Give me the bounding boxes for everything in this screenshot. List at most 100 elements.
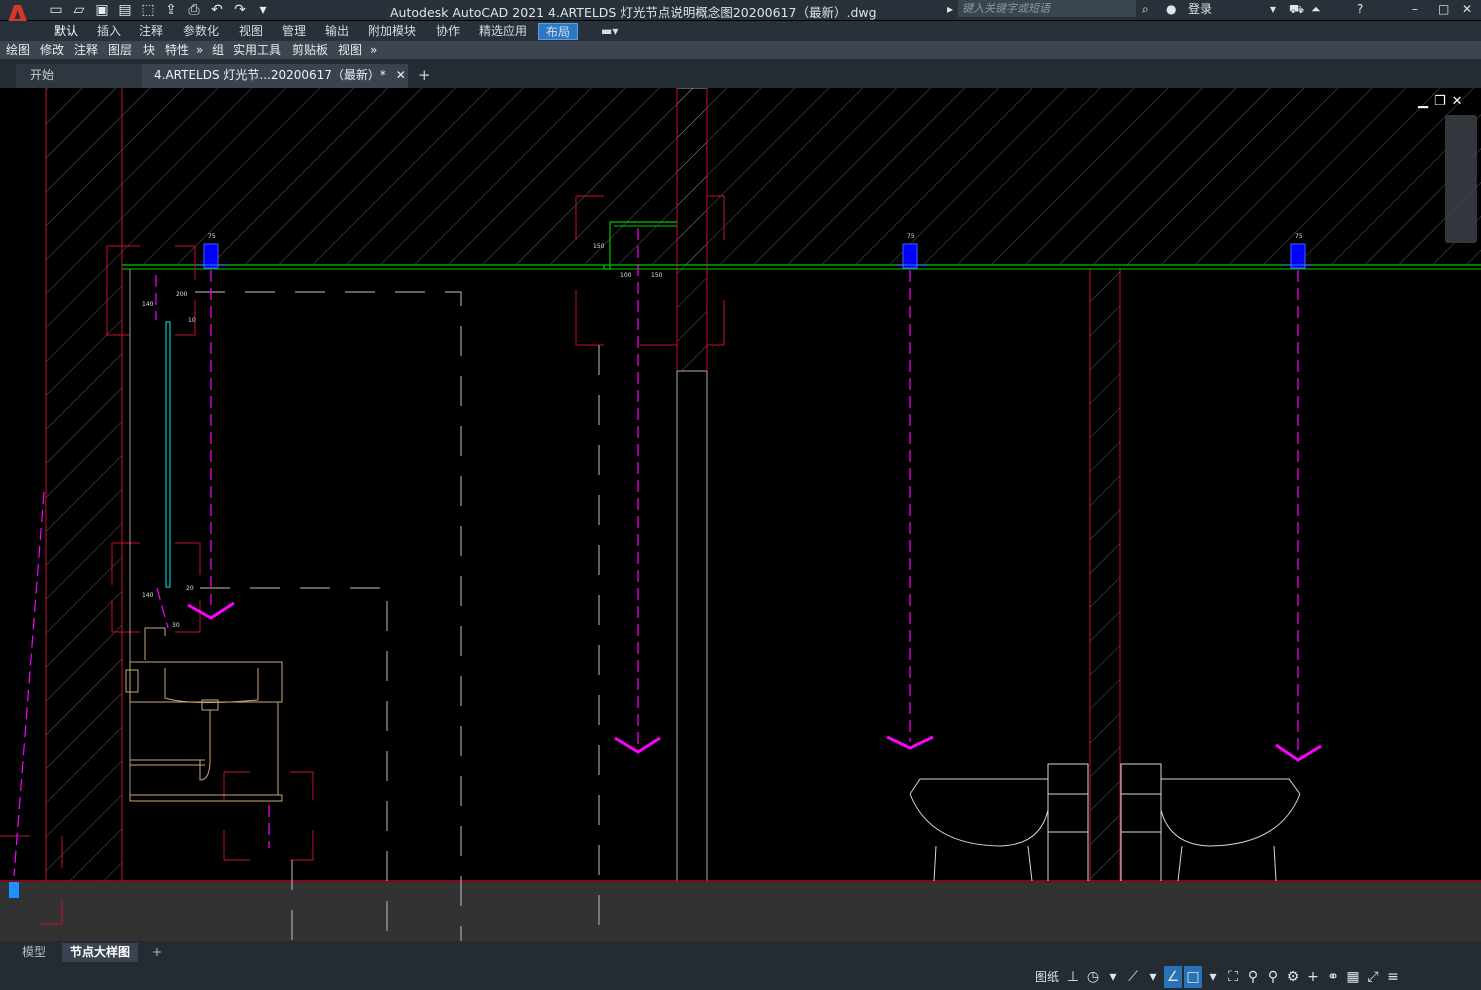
menu-icon[interactable]: ≡ xyxy=(1384,966,1402,988)
left-wall-hatch xyxy=(46,88,122,883)
tab-output[interactable]: 输出 xyxy=(325,23,349,40)
viewport-controls[interactable]: ▁❐✕ xyxy=(1418,94,1469,109)
svg-text:140: 140 xyxy=(142,301,154,308)
svg-text:75: 75 xyxy=(907,233,915,240)
panel-block[interactable]: 块 xyxy=(143,42,155,58)
svg-text:100: 100 xyxy=(620,272,632,279)
scale-icon[interactable]: ▾ xyxy=(1204,966,1222,988)
panel-utilities[interactable]: 实用工具 xyxy=(233,42,281,58)
center-column-hatch xyxy=(677,88,707,371)
tab-annotate[interactable]: 注释 xyxy=(139,23,163,40)
file-tab-start[interactable]: 开始 xyxy=(16,64,142,88)
title-bar: A ▭ ▱ ▣ ▤ ⬚ ⇪ ⎙ ↶ ↷ ▾ Autodesk AutoCAD 2… xyxy=(0,0,1481,35)
ortho-icon[interactable]: ▾ xyxy=(1104,966,1122,988)
panel-clipboard[interactable]: 剪贴板 xyxy=(292,42,328,58)
tab-featured-apps[interactable]: 精选应用 xyxy=(479,23,527,40)
login-link[interactable]: 登录 xyxy=(1188,1,1212,17)
svg-text:30: 30 xyxy=(172,622,180,629)
maximize-icon[interactable]: □ xyxy=(1438,1,1449,17)
annotation-visibility-icon[interactable]: ⚲ xyxy=(1264,966,1282,988)
osnap-icon[interactable]: ▾ xyxy=(1144,966,1162,988)
redo-icon[interactable]: ↷ xyxy=(230,1,250,19)
snap-icon[interactable]: ◷ xyxy=(1084,966,1102,988)
file-tabs: 开始 4.ARTELDS 灯光节...20200617（最新）* ✕ + xyxy=(0,59,1481,88)
panel-modify[interactable]: 修改 xyxy=(40,42,64,58)
customize-icon[interactable]: ▾ xyxy=(253,1,273,19)
polar-icon[interactable]: ⟋ xyxy=(1124,966,1142,988)
save-as-icon[interactable]: ▤ xyxy=(115,1,135,19)
expand-arrow-icon[interactable]: ▸ xyxy=(947,1,953,17)
open-icon[interactable]: ▱ xyxy=(69,1,89,19)
plus-icon[interactable]: + xyxy=(1304,966,1322,988)
tab-manage[interactable]: 管理 xyxy=(282,23,306,40)
plot-icon[interactable]: ⎙ xyxy=(184,1,204,19)
tab-parametric[interactable]: 参数化 xyxy=(183,23,219,40)
tab-node-detail[interactable]: 节点大样图 xyxy=(62,943,139,962)
add-layout-button[interactable]: + xyxy=(152,943,162,962)
help-icon[interactable]: ? xyxy=(1357,1,1363,17)
search-input[interactable]: 键入关键字或短语 xyxy=(958,0,1136,17)
light-fixture-4[interactable] xyxy=(9,882,19,898)
share-icon[interactable]: ⇪ xyxy=(161,1,181,19)
ribbon-tabs: 默认 插入 注释 参数化 视图 管理 输出 附加模块 协作 精选应用 布局 ▬▾ xyxy=(0,21,1481,41)
svg-text:200: 200 xyxy=(176,291,188,298)
new-tab-button[interactable]: + xyxy=(418,66,431,84)
close-tab-icon[interactable]: ✕ xyxy=(396,68,406,82)
file-tab-document[interactable]: 4.ARTELDS 灯光节...20200617（最新）* ✕ xyxy=(142,64,408,88)
panel-view[interactable]: 视图 xyxy=(338,42,362,58)
save-icon[interactable]: ▣ xyxy=(92,1,112,19)
annotation-scale-icon[interactable]: ⚲ xyxy=(1244,966,1262,988)
isolate-icon[interactable]: ⚭ xyxy=(1324,966,1342,988)
window-title: Autodesk AutoCAD 2021 4.ARTELDS 灯光节点说明概念… xyxy=(390,5,877,20)
workspace-icon[interactable]: ⛶ xyxy=(1224,966,1242,988)
partition-hatch xyxy=(1090,268,1120,881)
file-tab-label: 4.ARTELDS 灯光节...20200617（最新）* xyxy=(154,68,386,82)
new-icon[interactable]: ▭ xyxy=(46,1,66,19)
panel-layers[interactable]: 图层 xyxy=(108,42,132,58)
minimize-icon[interactable]: – xyxy=(1412,1,1418,17)
tab-view[interactable]: 视图 xyxy=(239,23,263,40)
navigation-bar[interactable] xyxy=(1445,115,1477,243)
panel-annotate[interactable]: 注释 xyxy=(74,42,98,58)
svg-text:20: 20 xyxy=(186,585,194,592)
svg-text:75: 75 xyxy=(208,233,216,240)
cart-icon[interactable]: ⛟ xyxy=(1289,1,1304,17)
tab-addins[interactable]: 附加模块 xyxy=(368,23,416,40)
tab-insert[interactable]: 插入 xyxy=(97,23,121,40)
panel-overflow-icon[interactable]: » xyxy=(370,42,377,58)
svg-text:10: 10 xyxy=(188,317,196,324)
drawing-canvas[interactable]: 75 75 75 140 140 200 10 150 100 150 20 3… xyxy=(0,88,1481,941)
gear-icon[interactable]: ⚙ xyxy=(1284,966,1302,988)
tab-layout[interactable]: 布局 xyxy=(538,23,579,40)
hardware-icon[interactable]: ▦ xyxy=(1344,966,1362,988)
svg-text:75: 75 xyxy=(1295,233,1303,240)
ribbon-minimize-icon[interactable]: ▬▾ xyxy=(601,23,618,40)
grid-icon[interactable]: ⊥ xyxy=(1064,966,1082,988)
svg-text:150: 150 xyxy=(651,272,663,279)
export-icon[interactable]: ⬚ xyxy=(138,1,158,19)
otrack-icon[interactable]: ∠ xyxy=(1164,966,1183,988)
tab-collaborate[interactable]: 协作 xyxy=(436,23,460,40)
ceiling-hatch xyxy=(122,88,1481,265)
a360-icon[interactable]: ⏶ xyxy=(1311,1,1321,17)
search-icon[interactable]: ⌕ xyxy=(1142,1,1149,17)
quick-access-toolbar: ▭ ▱ ▣ ▤ ⬚ ⇪ ⎙ ↶ ↷ ▾ xyxy=(46,1,273,19)
ribbon-panels: 绘图 修改 注释 图层 块 特性 » 组 实用工具 剪贴板 视图 » xyxy=(0,41,1481,59)
fullscreen-icon[interactable]: ⤢ xyxy=(1364,966,1382,988)
paper-space-toggle[interactable]: 图纸 xyxy=(1032,966,1062,988)
tab-model[interactable]: 模型 xyxy=(22,943,46,962)
close-icon[interactable]: ✕ xyxy=(1462,1,1472,17)
undo-icon[interactable]: ↶ xyxy=(207,1,227,19)
login-dropdown-icon[interactable]: ▾ xyxy=(1270,1,1276,17)
panel-draw[interactable]: 绘图 xyxy=(6,42,30,58)
annotation-icon[interactable]: □ xyxy=(1184,966,1203,988)
panel-group[interactable]: 组 xyxy=(212,42,224,58)
tab-default[interactable]: 默认 xyxy=(54,23,78,40)
layout-tabs: 模型 节点大样图 + xyxy=(0,941,1481,963)
svg-text:140: 140 xyxy=(142,592,154,599)
status-bar: 图纸 ⊥ ◷ ▾ ⟋ ▾ ∠ □ ▾ ⛶ ⚲ ⚲ ⚙ + ⚭ ▦ ⤢ ≡ xyxy=(0,963,1481,990)
panel-properties[interactable]: 特性 xyxy=(165,42,189,58)
svg-text:150: 150 xyxy=(593,243,605,250)
user-icon[interactable]: ● xyxy=(1166,1,1176,17)
panel-more-icon[interactable]: » xyxy=(196,42,203,58)
